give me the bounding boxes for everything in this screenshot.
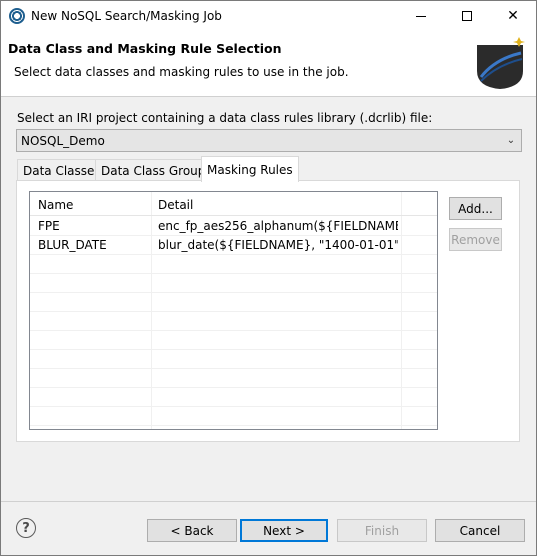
table-row-empty bbox=[30, 255, 437, 274]
help-icon[interactable]: ? bbox=[16, 518, 36, 538]
add-rule-button[interactable]: Add... bbox=[449, 197, 502, 220]
tab-data-classes[interactable]: Data Classes bbox=[17, 159, 107, 181]
wizard-banner-icon bbox=[477, 37, 525, 89]
table-row-empty bbox=[30, 331, 437, 350]
wizard-window: New NoSQL Search/Masking Job ✕ Data Clas… bbox=[0, 0, 537, 556]
table-row[interactable]: FPE enc_fp_aes256_alphanum(${FIELDNAME}) bbox=[30, 217, 437, 236]
table-row-empty bbox=[30, 312, 437, 331]
minimize-button[interactable] bbox=[398, 1, 444, 31]
close-icon: ✕ bbox=[507, 8, 519, 24]
wizard-banner: Data Class and Masking Rule Selection Se… bbox=[1, 31, 536, 97]
remove-rule-button[interactable]: Remove bbox=[449, 228, 502, 251]
table-row-empty bbox=[30, 293, 437, 312]
maximize-icon bbox=[462, 11, 472, 21]
project-label: Select an IRI project containing a data … bbox=[17, 111, 433, 125]
back-button[interactable]: < Back bbox=[147, 519, 237, 542]
table-row-empty bbox=[30, 350, 437, 369]
masking-rules-table[interactable]: Name Detail FPE enc_fp_aes256_alphanum($… bbox=[29, 191, 438, 430]
table-header: Name Detail bbox=[30, 192, 437, 216]
finish-button[interactable]: Finish bbox=[337, 519, 427, 542]
next-button[interactable]: Next > bbox=[240, 519, 328, 542]
cancel-button[interactable]: Cancel bbox=[435, 519, 525, 542]
table-row-empty bbox=[30, 274, 437, 293]
page-description: Select data classes and masking rules to… bbox=[14, 65, 349, 79]
cell-detail: blur_date(${FIELDNAME}, "1400-01-01", "9… bbox=[158, 238, 398, 252]
table-row[interactable]: BLUR_DATE blur_date(${FIELDNAME}, "1400-… bbox=[30, 236, 437, 255]
table-row-empty bbox=[30, 369, 437, 388]
close-button[interactable]: ✕ bbox=[490, 1, 536, 31]
table-row-empty bbox=[30, 407, 437, 426]
project-select-value: NOSQL_Demo bbox=[21, 134, 105, 148]
chevron-down-icon[interactable]: ⌄ bbox=[503, 132, 519, 149]
cell-detail: enc_fp_aes256_alphanum(${FIELDNAME}) bbox=[158, 219, 398, 233]
minimize-icon bbox=[416, 15, 426, 17]
maximize-button[interactable] bbox=[444, 1, 490, 31]
footer-divider bbox=[1, 501, 536, 502]
cell-name: FPE bbox=[38, 219, 60, 233]
table-row-empty bbox=[30, 388, 437, 407]
title-bar: New NoSQL Search/Masking Job ✕ bbox=[1, 1, 536, 31]
column-header-detail[interactable]: Detail bbox=[158, 198, 193, 212]
tab-masking-rules[interactable]: Masking Rules bbox=[201, 156, 299, 182]
cell-name: BLUR_DATE bbox=[38, 238, 107, 252]
project-select[interactable]: NOSQL_Demo ⌄ bbox=[16, 129, 522, 152]
window-title: New NoSQL Search/Masking Job bbox=[31, 9, 222, 23]
tab-data-class-groups[interactable]: Data Class Groups bbox=[95, 159, 218, 181]
app-icon bbox=[9, 8, 25, 24]
column-header-name[interactable]: Name bbox=[38, 198, 73, 212]
page-title: Data Class and Masking Rule Selection bbox=[8, 41, 282, 56]
